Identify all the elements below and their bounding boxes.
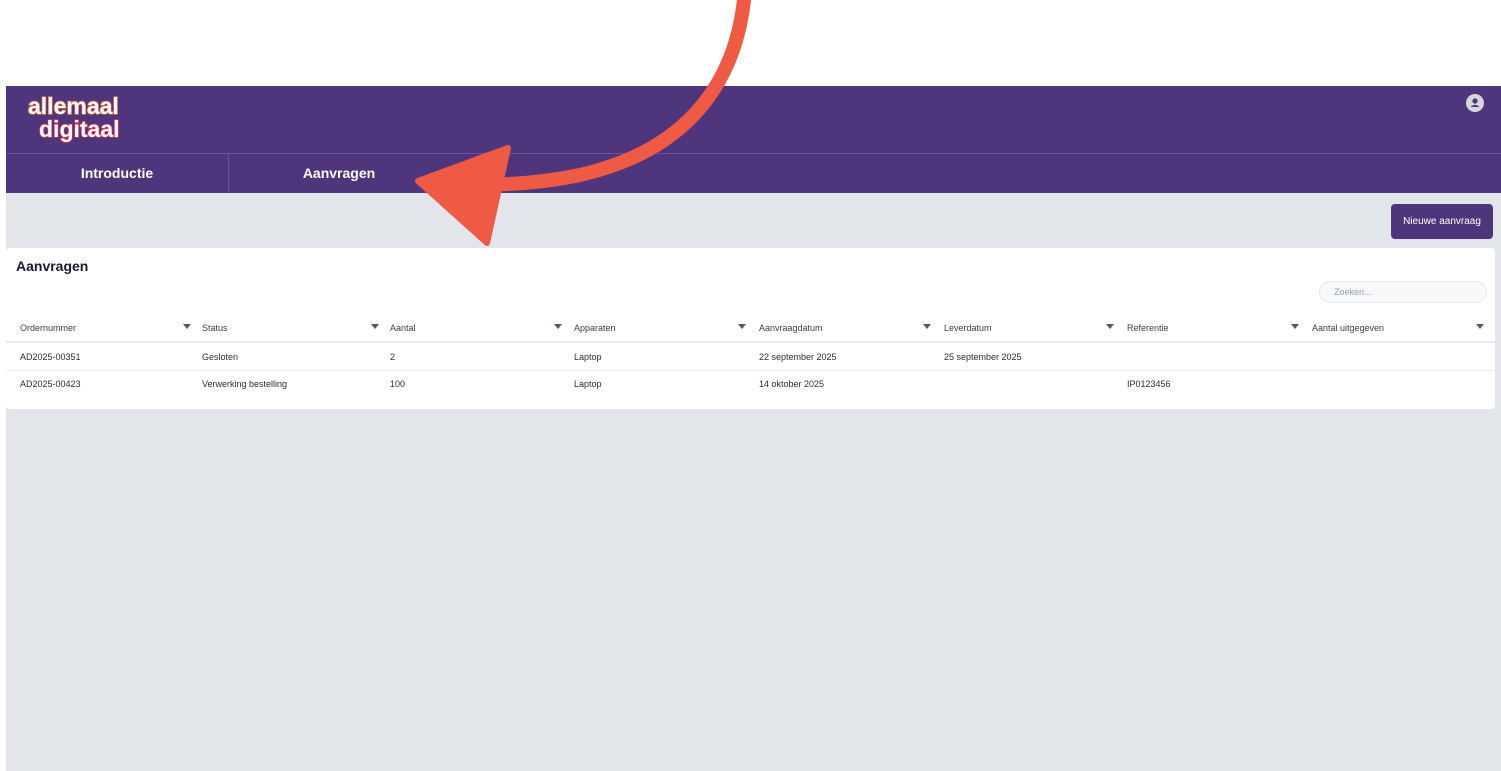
tab-aanvragen[interactable]: Aanvragen [228, 154, 450, 192]
filter-icon[interactable] [554, 324, 562, 329]
cell-aanvraagdatum: 14 oktober 2025 [759, 379, 825, 389]
main-nav: Introductie Aanvragen [6, 153, 1501, 193]
filter-icon[interactable] [738, 324, 746, 329]
column-header-leverdatum[interactable]: Leverdatum [944, 315, 1120, 341]
cell-aanvraagdatum: 22 september 2025 [759, 352, 837, 362]
requests-card: Aanvragen Ordernummer Status Aantal Appa… [6, 248, 1495, 409]
table-row[interactable]: AD2025-00351 Gesloten 2 Laptop 22 septem… [6, 344, 1495, 371]
tab-introductie[interactable]: Introductie [6, 154, 229, 192]
column-header-aanvraagdatum[interactable]: Aanvraagdatum [759, 315, 937, 341]
column-header-aantal-uitgegeven[interactable]: Aantal uitgegeven [1312, 315, 1490, 341]
app-window: allemaal digitaal Introductie Aanvragen … [6, 86, 1501, 771]
column-header-referentie[interactable]: Referentie [1127, 315, 1305, 341]
cell-referentie: IP0123456 [1127, 379, 1171, 389]
allemaal-digitaal-logo[interactable]: allemaal digitaal [26, 90, 144, 148]
filter-icon[interactable] [1291, 324, 1299, 329]
column-label: Status [202, 323, 228, 333]
cell-leverdatum: 25 september 2025 [944, 352, 1022, 362]
cell-aantal: 100 [390, 379, 406, 389]
cell-status: Verwerking bestelling [202, 379, 288, 389]
column-label: Aanvraagdatum [759, 323, 823, 333]
filter-icon[interactable] [1476, 324, 1484, 329]
page: allemaal digitaal Introductie Aanvragen … [0, 0, 1501, 771]
search-input[interactable] [1319, 281, 1487, 303]
cell-apparaten: Laptop [574, 352, 602, 362]
column-label: Leverdatum [944, 323, 992, 333]
cell-aantal: 2 [390, 352, 396, 362]
column-header-ordernummer[interactable]: Ordernummer [20, 315, 195, 341]
user-icon[interactable] [1466, 94, 1484, 112]
cell-ordernummer: AD2025-00351 [20, 352, 81, 362]
app-header: allemaal digitaal [6, 86, 1501, 153]
cell-status: Gesloten [202, 352, 239, 362]
column-label: Referentie [1127, 323, 1169, 333]
column-label: Aantal uitgegeven [1312, 323, 1385, 333]
new-request-button[interactable]: Nieuwe aanvraag [1391, 204, 1493, 239]
filter-icon[interactable] [1106, 324, 1114, 329]
column-header-status[interactable]: Status [202, 315, 383, 341]
column-header-apparaten[interactable]: Apparaten [574, 315, 752, 341]
filter-icon[interactable] [923, 324, 931, 329]
column-header-aantal[interactable]: Aantal [390, 315, 567, 341]
svg-text:digitaal: digitaal [39, 116, 120, 142]
page-title: Aanvragen [16, 258, 89, 274]
cell-ordernummer: AD2025-00423 [20, 379, 81, 389]
top-margin [0, 0, 1501, 86]
table-header: Ordernummer Status Aantal Apparaten Aanv… [6, 315, 1495, 343]
column-label: Apparaten [574, 323, 616, 333]
table-row[interactable]: AD2025-00423 Verwerking bestelling 100 L… [6, 371, 1495, 397]
column-label: Aantal [390, 323, 416, 333]
filter-icon[interactable] [371, 324, 379, 329]
column-label: Ordernummer [20, 323, 77, 333]
filter-icon[interactable] [183, 324, 191, 329]
cell-apparaten: Laptop [574, 379, 602, 389]
